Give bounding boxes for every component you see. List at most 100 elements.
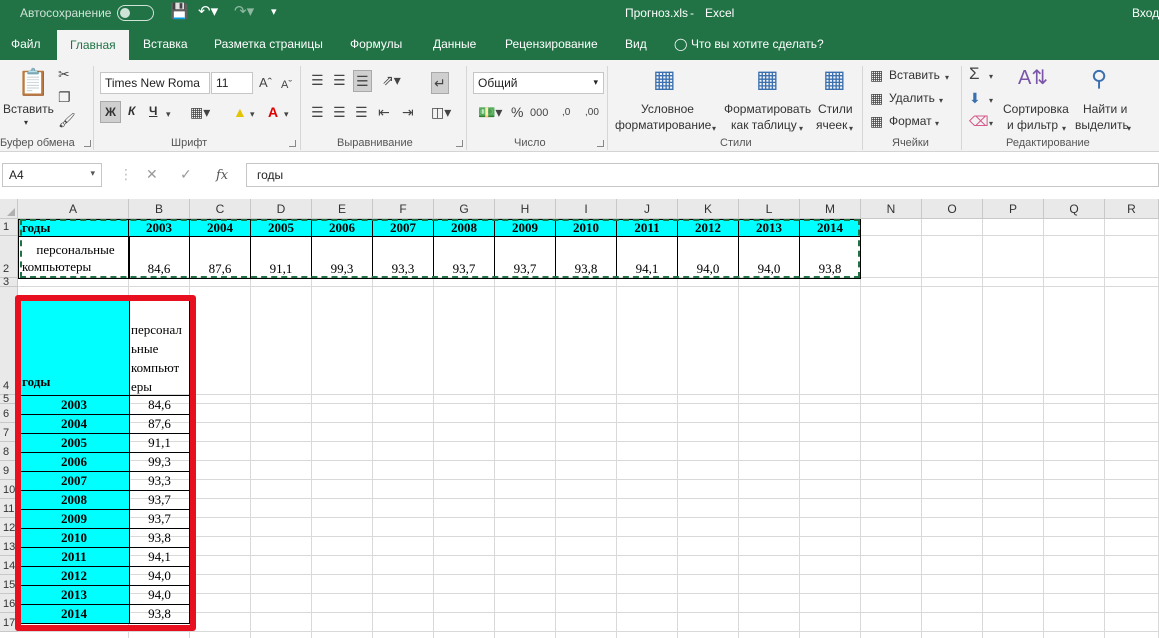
fill-color-icon[interactable]: ▲ xyxy=(233,104,247,120)
font-color-icon[interactable]: A xyxy=(268,104,278,120)
select-all-button[interactable] xyxy=(0,199,18,219)
tab-file[interactable]: Файл xyxy=(11,37,41,51)
column-header-I[interactable]: I xyxy=(556,199,617,219)
orientation-icon[interactable]: ⇗▾ xyxy=(382,72,401,88)
tab-review[interactable]: Рецензирование xyxy=(505,37,598,51)
find-select-button[interactable]: Найти и xyxy=(1083,102,1127,116)
chevron-down-icon[interactable]: ▾ xyxy=(1062,121,1066,137)
align-left-icon[interactable]: ☰ xyxy=(311,104,324,120)
column-header-N[interactable]: N xyxy=(861,199,922,219)
column-header-H[interactable]: H xyxy=(495,199,556,219)
decrease-indent-icon[interactable]: ⇤ xyxy=(378,104,390,120)
tell-me-search[interactable]: Что вы хотите сделать? xyxy=(691,37,824,51)
font-name-dropdown[interactable]: Times New Roma xyxy=(100,72,210,94)
cell-styles-button[interactable]: Стили xyxy=(818,102,853,116)
bold-button[interactable]: Ж xyxy=(100,101,121,123)
insert-cells-button[interactable]: Вставить xyxy=(889,68,940,82)
name-box[interactable]: A4 ▾ xyxy=(2,163,102,187)
increase-decimal-icon[interactable]: ,0 xyxy=(562,105,570,121)
underline-dropdown-icon[interactable]: ▾ xyxy=(166,106,171,122)
number-format-dropdown[interactable]: Общий ▾ xyxy=(473,72,604,94)
fill-icon[interactable]: ⬇ xyxy=(969,90,981,106)
tab-data[interactable]: Данные xyxy=(433,37,476,51)
cancel-icon[interactable]: ✕ xyxy=(146,166,158,183)
column-header-K[interactable]: K xyxy=(678,199,739,219)
format-as-table-icon[interactable]: ▦ xyxy=(756,67,779,93)
formula-input[interactable]: годы xyxy=(246,163,1159,187)
percent-icon[interactable]: % xyxy=(511,104,523,120)
fill-color-dropdown-icon[interactable]: ▾ xyxy=(250,106,255,122)
autosum-icon[interactable]: Σ xyxy=(969,65,980,82)
chevron-down-icon[interactable]: ▾ xyxy=(939,93,943,109)
merge-center-icon[interactable]: ◫▾ xyxy=(431,104,451,120)
copy-icon[interactable]: ❐ xyxy=(58,89,71,105)
format-as-table-button[interactable]: Форматировать xyxy=(724,102,811,116)
chevron-down-icon[interactable]: ▾ xyxy=(849,121,853,137)
clipboard-launcher-icon[interactable] xyxy=(84,140,91,147)
autosave-toggle[interactable] xyxy=(117,5,154,21)
decrease-font-icon[interactable]: Aˇ xyxy=(281,77,292,93)
tab-insert[interactable]: Вставка xyxy=(143,37,188,51)
column-header-B[interactable]: B xyxy=(129,199,190,219)
row-header-3[interactable]: 3 xyxy=(0,277,18,288)
thousands-separator-icon[interactable]: 000 xyxy=(530,105,548,121)
chevron-down-icon[interactable]: ▾ xyxy=(1127,121,1131,137)
sign-in-link[interactable]: Вход xyxy=(1132,6,1159,20)
alignment-launcher-icon[interactable] xyxy=(456,140,463,147)
column-header-P[interactable]: P xyxy=(983,199,1044,219)
enter-icon[interactable]: ✓ xyxy=(180,166,192,183)
chevron-down-icon[interactable]: ▾ xyxy=(935,116,939,132)
column-header-F[interactable]: F xyxy=(373,199,434,219)
font-color-dropdown-icon[interactable]: ▾ xyxy=(284,106,289,122)
undo-icon[interactable]: ↶▾ xyxy=(198,4,218,20)
align-middle-icon[interactable]: ☰ xyxy=(333,72,346,88)
tab-page-layout[interactable]: Разметка страницы xyxy=(214,37,323,51)
delete-cells-icon[interactable]: ▦ xyxy=(870,90,883,106)
delete-cells-button[interactable]: Удалить xyxy=(889,91,935,105)
find-select-icon[interactable]: ⚲ xyxy=(1091,66,1107,92)
column-header-J[interactable]: J xyxy=(617,199,678,219)
save-icon[interactable]: 💾 xyxy=(170,4,189,20)
chevron-down-icon[interactable]: ▾ xyxy=(989,69,993,85)
tab-view[interactable]: Вид xyxy=(625,37,647,51)
tab-formulas[interactable]: Формулы xyxy=(350,37,402,51)
paste-dropdown-icon[interactable]: ▾ xyxy=(24,118,28,127)
insert-cells-icon[interactable]: ▦ xyxy=(870,67,883,83)
clear-icon[interactable]: ⌫ xyxy=(969,113,989,129)
paste-button[interactable]: Вставить xyxy=(3,102,54,116)
number-launcher-icon[interactable] xyxy=(597,140,604,147)
wrap-text-icon[interactable]: ↵ xyxy=(431,72,449,94)
row-header-1[interactable]: 1 xyxy=(0,219,18,236)
conditional-formatting-icon[interactable]: ▦ xyxy=(653,67,676,93)
chevron-down-icon[interactable]: ▾ xyxy=(799,121,803,137)
align-center-icon[interactable]: ☰ xyxy=(333,104,346,120)
redo-icon[interactable]: ↷▾ xyxy=(234,4,254,20)
cut-icon[interactable]: ✂ xyxy=(58,66,70,82)
underline-button[interactable]: Ч xyxy=(149,104,157,118)
borders-icon[interactable]: ▦▾ xyxy=(190,104,210,120)
decrease-decimal-icon[interactable]: ,00 xyxy=(585,105,599,121)
chevron-down-icon[interactable]: ▾ xyxy=(945,70,949,86)
chevron-down-icon[interactable]: ▾ xyxy=(712,121,716,137)
format-painter-icon[interactable]: 🖌 xyxy=(58,112,76,128)
currency-icon[interactable]: 💵▾ xyxy=(478,104,502,120)
cell-styles-icon[interactable]: ▦ xyxy=(823,67,846,93)
align-right-icon[interactable]: ☰ xyxy=(355,104,368,120)
column-header-M[interactable]: M xyxy=(800,199,861,219)
insert-function-icon[interactable]: fx xyxy=(216,168,228,183)
column-header-A[interactable]: A xyxy=(18,199,129,219)
font-size-dropdown[interactable]: 11 xyxy=(211,72,253,94)
sort-filter-icon[interactable]: A⇅ xyxy=(1018,66,1048,90)
column-header-G[interactable]: G xyxy=(434,199,495,219)
align-top-icon[interactable]: ☰ xyxy=(311,72,324,88)
chevron-down-icon[interactable]: ▾ xyxy=(989,93,993,109)
paste-icon[interactable]: 📋 xyxy=(17,68,49,96)
column-header-E[interactable]: E xyxy=(312,199,373,219)
italic-button[interactable]: К xyxy=(128,104,135,118)
align-bottom-icon[interactable]: ☰ xyxy=(353,70,372,92)
tab-home[interactable]: Главная xyxy=(57,30,129,60)
column-header-L[interactable]: L xyxy=(739,199,800,219)
font-launcher-icon[interactable] xyxy=(289,140,296,147)
conditional-formatting-button[interactable]: Условное xyxy=(641,102,694,116)
column-header-O[interactable]: O xyxy=(922,199,983,219)
